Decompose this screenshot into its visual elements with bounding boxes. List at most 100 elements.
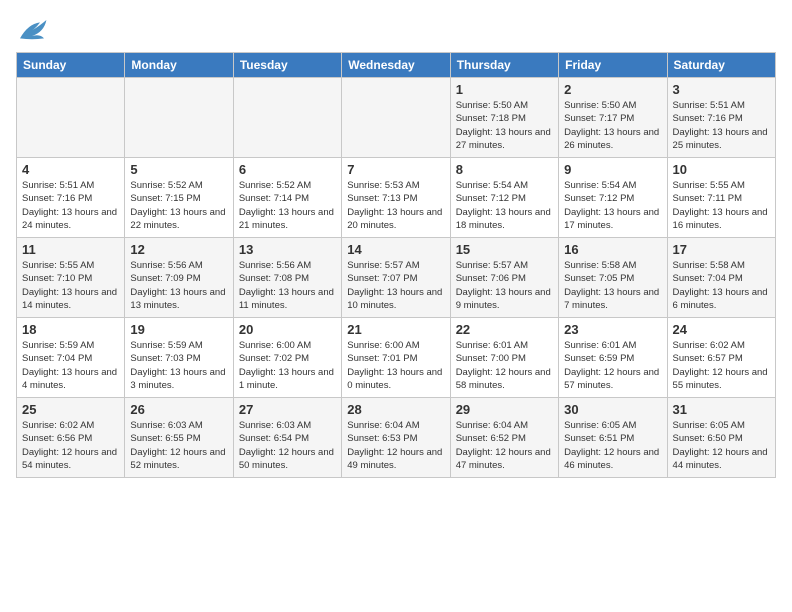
sunset-text: Sunset: 7:03 PM <box>130 352 227 365</box>
day-info: Sunrise: 5:50 AM Sunset: 7:18 PM Dayligh… <box>456 99 553 152</box>
daylight-text: Daylight: 12 hours and 46 minutes. <box>564 446 661 473</box>
day-number: 21 <box>347 322 444 337</box>
daylight-text: Daylight: 13 hours and 26 minutes. <box>564 126 661 153</box>
calendar-cell <box>233 78 341 158</box>
day-number: 14 <box>347 242 444 257</box>
day-info: Sunrise: 5:58 AM Sunset: 7:04 PM Dayligh… <box>673 259 770 312</box>
daylight-text: Daylight: 13 hours and 11 minutes. <box>239 286 336 313</box>
calendar-cell: 25 Sunrise: 6:02 AM Sunset: 6:56 PM Dayl… <box>17 398 125 478</box>
daylight-text: Daylight: 12 hours and 47 minutes. <box>456 446 553 473</box>
calendar-header-row: SundayMondayTuesdayWednesdayThursdayFrid… <box>17 53 776 78</box>
calendar-week-row: 11 Sunrise: 5:55 AM Sunset: 7:10 PM Dayl… <box>17 238 776 318</box>
day-number: 4 <box>22 162 119 177</box>
sunset-text: Sunset: 7:18 PM <box>456 112 553 125</box>
day-number: 10 <box>673 162 770 177</box>
sunset-text: Sunset: 6:52 PM <box>456 432 553 445</box>
sunrise-text: Sunrise: 6:05 AM <box>673 419 770 432</box>
day-info: Sunrise: 5:59 AM Sunset: 7:03 PM Dayligh… <box>130 339 227 392</box>
day-info: Sunrise: 6:04 AM Sunset: 6:52 PM Dayligh… <box>456 419 553 472</box>
daylight-text: Daylight: 13 hours and 18 minutes. <box>456 206 553 233</box>
calendar-cell: 18 Sunrise: 5:59 AM Sunset: 7:04 PM Dayl… <box>17 318 125 398</box>
day-number: 28 <box>347 402 444 417</box>
day-number: 26 <box>130 402 227 417</box>
sunset-text: Sunset: 7:01 PM <box>347 352 444 365</box>
day-number: 19 <box>130 322 227 337</box>
sunset-text: Sunset: 6:54 PM <box>239 432 336 445</box>
day-info: Sunrise: 5:52 AM Sunset: 7:14 PM Dayligh… <box>239 179 336 232</box>
day-number: 1 <box>456 82 553 97</box>
calendar-cell: 24 Sunrise: 6:02 AM Sunset: 6:57 PM Dayl… <box>667 318 775 398</box>
calendar-cell: 15 Sunrise: 5:57 AM Sunset: 7:06 PM Dayl… <box>450 238 558 318</box>
daylight-text: Daylight: 13 hours and 20 minutes. <box>347 206 444 233</box>
calendar-cell: 30 Sunrise: 6:05 AM Sunset: 6:51 PM Dayl… <box>559 398 667 478</box>
calendar-body: 1 Sunrise: 5:50 AM Sunset: 7:18 PM Dayli… <box>17 78 776 478</box>
calendar-cell: 21 Sunrise: 6:00 AM Sunset: 7:01 PM Dayl… <box>342 318 450 398</box>
calendar-cell: 31 Sunrise: 6:05 AM Sunset: 6:50 PM Dayl… <box>667 398 775 478</box>
calendar-cell: 8 Sunrise: 5:54 AM Sunset: 7:12 PM Dayli… <box>450 158 558 238</box>
day-number: 27 <box>239 402 336 417</box>
daylight-text: Daylight: 13 hours and 0 minutes. <box>347 366 444 393</box>
daylight-text: Daylight: 13 hours and 16 minutes. <box>673 206 770 233</box>
day-number: 20 <box>239 322 336 337</box>
sunset-text: Sunset: 7:06 PM <box>456 272 553 285</box>
sunset-text: Sunset: 6:51 PM <box>564 432 661 445</box>
day-info: Sunrise: 5:51 AM Sunset: 7:16 PM Dayligh… <box>22 179 119 232</box>
calendar-week-row: 1 Sunrise: 5:50 AM Sunset: 7:18 PM Dayli… <box>17 78 776 158</box>
sunset-text: Sunset: 7:07 PM <box>347 272 444 285</box>
day-number: 31 <box>673 402 770 417</box>
day-number: 25 <box>22 402 119 417</box>
sunrise-text: Sunrise: 5:51 AM <box>22 179 119 192</box>
calendar-cell: 23 Sunrise: 6:01 AM Sunset: 6:59 PM Dayl… <box>559 318 667 398</box>
sunset-text: Sunset: 7:16 PM <box>22 192 119 205</box>
sunrise-text: Sunrise: 5:56 AM <box>239 259 336 272</box>
calendar-cell: 20 Sunrise: 6:00 AM Sunset: 7:02 PM Dayl… <box>233 318 341 398</box>
calendar-cell: 1 Sunrise: 5:50 AM Sunset: 7:18 PM Dayli… <box>450 78 558 158</box>
sunset-text: Sunset: 7:05 PM <box>564 272 661 285</box>
calendar-cell: 4 Sunrise: 5:51 AM Sunset: 7:16 PM Dayli… <box>17 158 125 238</box>
day-number: 9 <box>564 162 661 177</box>
sunset-text: Sunset: 6:53 PM <box>347 432 444 445</box>
logo <box>16 16 52 44</box>
sunrise-text: Sunrise: 6:03 AM <box>130 419 227 432</box>
calendar-cell <box>342 78 450 158</box>
day-info: Sunrise: 6:02 AM Sunset: 6:57 PM Dayligh… <box>673 339 770 392</box>
daylight-text: Daylight: 13 hours and 4 minutes. <box>22 366 119 393</box>
sunset-text: Sunset: 7:08 PM <box>239 272 336 285</box>
day-info: Sunrise: 6:02 AM Sunset: 6:56 PM Dayligh… <box>22 419 119 472</box>
day-number: 18 <box>22 322 119 337</box>
daylight-text: Daylight: 13 hours and 24 minutes. <box>22 206 119 233</box>
daylight-text: Daylight: 12 hours and 55 minutes. <box>673 366 770 393</box>
daylight-text: Daylight: 13 hours and 25 minutes. <box>673 126 770 153</box>
sunrise-text: Sunrise: 5:52 AM <box>239 179 336 192</box>
sunrise-text: Sunrise: 6:00 AM <box>347 339 444 352</box>
day-number: 30 <box>564 402 661 417</box>
calendar-column-header: Wednesday <box>342 53 450 78</box>
daylight-text: Daylight: 13 hours and 6 minutes. <box>673 286 770 313</box>
sunrise-text: Sunrise: 5:54 AM <box>564 179 661 192</box>
daylight-text: Daylight: 13 hours and 9 minutes. <box>456 286 553 313</box>
day-info: Sunrise: 6:03 AM Sunset: 6:54 PM Dayligh… <box>239 419 336 472</box>
sunset-text: Sunset: 7:09 PM <box>130 272 227 285</box>
calendar-cell: 28 Sunrise: 6:04 AM Sunset: 6:53 PM Dayl… <box>342 398 450 478</box>
sunset-text: Sunset: 7:11 PM <box>673 192 770 205</box>
sunrise-text: Sunrise: 5:57 AM <box>347 259 444 272</box>
day-info: Sunrise: 5:55 AM Sunset: 7:11 PM Dayligh… <box>673 179 770 232</box>
day-number: 11 <box>22 242 119 257</box>
sunset-text: Sunset: 6:57 PM <box>673 352 770 365</box>
calendar-cell: 26 Sunrise: 6:03 AM Sunset: 6:55 PM Dayl… <box>125 398 233 478</box>
sunset-text: Sunset: 7:10 PM <box>22 272 119 285</box>
daylight-text: Daylight: 12 hours and 57 minutes. <box>564 366 661 393</box>
calendar-column-header: Sunday <box>17 53 125 78</box>
sunrise-text: Sunrise: 6:01 AM <box>564 339 661 352</box>
sunrise-text: Sunrise: 5:54 AM <box>456 179 553 192</box>
daylight-text: Daylight: 12 hours and 49 minutes. <box>347 446 444 473</box>
day-info: Sunrise: 5:58 AM Sunset: 7:05 PM Dayligh… <box>564 259 661 312</box>
sunrise-text: Sunrise: 5:59 AM <box>22 339 119 352</box>
daylight-text: Daylight: 13 hours and 3 minutes. <box>130 366 227 393</box>
day-number: 24 <box>673 322 770 337</box>
day-info: Sunrise: 5:53 AM Sunset: 7:13 PM Dayligh… <box>347 179 444 232</box>
sunrise-text: Sunrise: 6:02 AM <box>673 339 770 352</box>
calendar-cell: 11 Sunrise: 5:55 AM Sunset: 7:10 PM Dayl… <box>17 238 125 318</box>
calendar-cell: 3 Sunrise: 5:51 AM Sunset: 7:16 PM Dayli… <box>667 78 775 158</box>
sunset-text: Sunset: 7:04 PM <box>22 352 119 365</box>
